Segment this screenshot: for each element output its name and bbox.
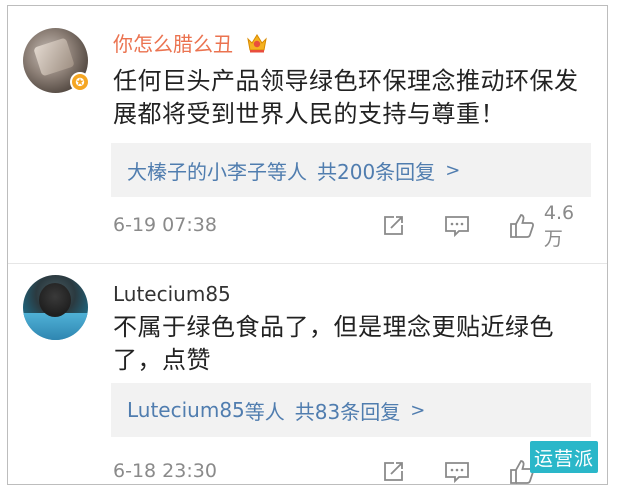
divider [8,263,607,264]
comment-icon [445,462,469,484]
comment-text: 任何巨头产品领导绿色环保理念推动环保发展都将受到世界人民的支持与尊重！ [113,67,579,128]
comment-list: ✪ 你怎么腊么丑 任何巨头产品领导绿色环保理念推动环保发展都将受到世界人民的支持… [7,5,608,485]
replies-count[interactable]: 共200条回复 [317,156,435,185]
timestamp: 6-19 07:38 [113,214,217,236]
share-icon [384,462,403,481]
comment-icon [445,216,469,238]
comment-username[interactable]: Lutecium85 [113,282,231,306]
comment-footer: 6-18 23:30 [113,457,593,484]
comment-username[interactable]: 你怎么腊么丑 [113,32,269,59]
chevron-right-icon: > [410,399,426,421]
replies-summary[interactable]: Lutecium85 等人 共83条回复 > [111,383,591,437]
comment-item: ✪ 你怎么腊么丑 任何巨头产品领导绿色环保理念推动环保发展都将受到世界人民的支持… [8,6,607,263]
chevron-right-icon: > [445,159,461,181]
share-icon [384,216,403,235]
replies-count[interactable]: 共83条回复 [295,396,400,425]
like-button[interactable]: 4.6万 [508,202,593,250]
comment-item: Lutecium85 不属于绿色食品了，但是理念更贴近绿色了，点赞 Luteci… [8,265,607,484]
comment-button[interactable] [443,457,471,484]
username-text: Lutecium85 [113,282,231,306]
avatar[interactable] [23,275,88,340]
replies-suffix: 等人 [267,159,307,184]
replies-users[interactable]: 大榛子的小李子 [127,156,267,185]
timestamp: 6-18 23:30 [113,460,217,482]
watermark-logo: 运营派 [530,441,598,473]
comment-text: 不属于绿色食品了，但是理念更贴近绿色了，点赞 [113,313,554,374]
share-button[interactable] [380,211,406,241]
replies-suffix: 等人 [244,399,285,424]
share-button[interactable] [380,457,406,484]
username-text: 你怎么腊么丑 [113,32,233,56]
thumbs-up-icon [510,214,535,238]
crown-member-icon [245,32,269,59]
like-count: 4.6万 [543,201,575,250]
verified-badge-icon: ✪ [70,72,90,92]
comment-button[interactable] [443,211,471,241]
comment-footer: 6-19 07:38 4.6万 [113,202,593,250]
replies-users[interactable]: Lutecium85 [127,398,245,422]
replies-summary[interactable]: 大榛子的小李子 等人 共200条回复 > [111,143,591,197]
